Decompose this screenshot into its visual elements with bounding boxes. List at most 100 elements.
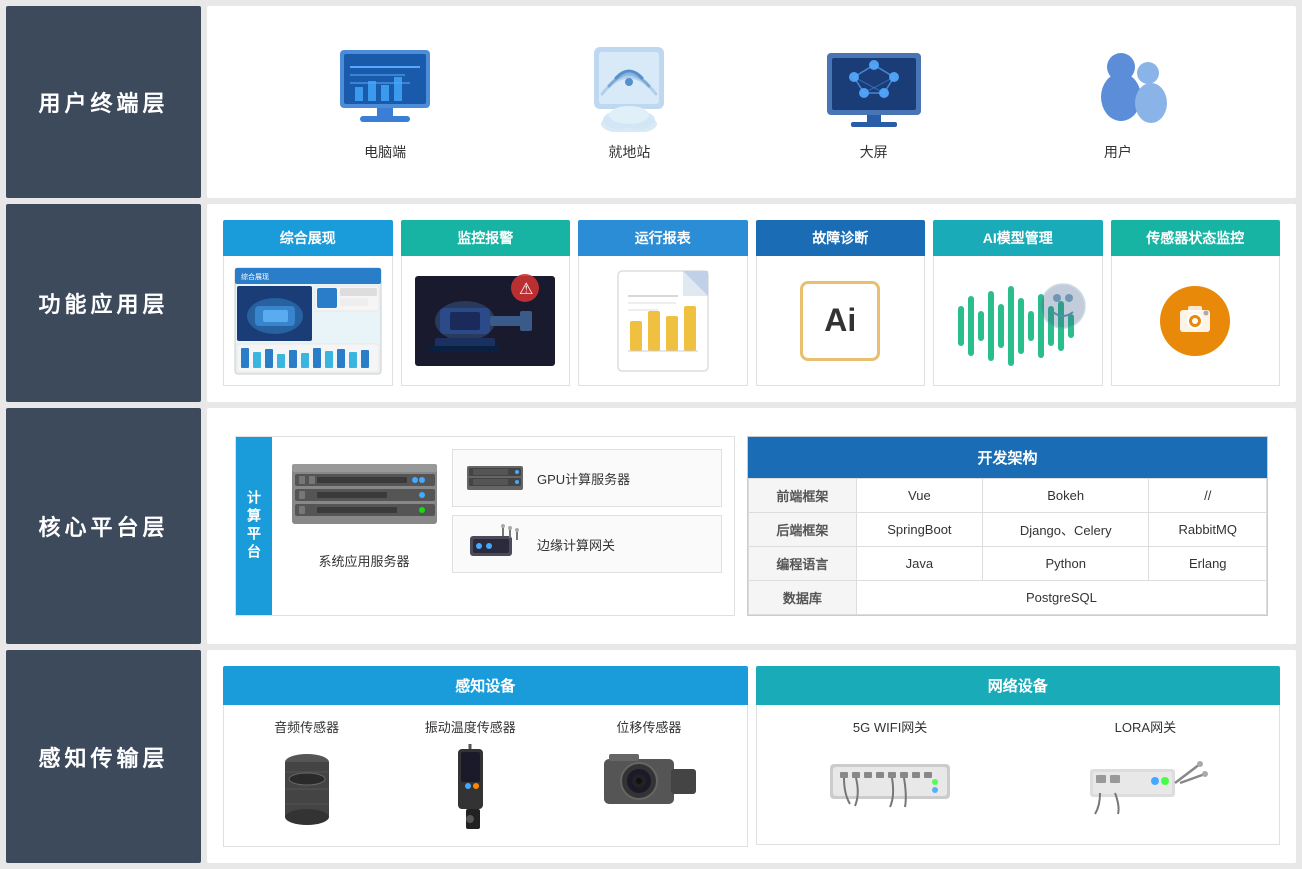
svg-text:⚠: ⚠	[519, 281, 533, 298]
terminal-item-user: 用户	[1058, 42, 1178, 162]
app-server-label: 系统应用服务器	[318, 551, 409, 570]
row-label-text: 用户终端层	[38, 86, 168, 118]
dev-table: 前端框架 Vue Bokeh // 后端框架 SpringBoot Django…	[748, 478, 1267, 615]
compute-platform-box: 计算平台	[235, 436, 735, 616]
displacement-label: 位移传感器	[616, 717, 681, 736]
svg-text:综合展现: 综合展现	[241, 272, 269, 281]
vibration-temp-label: 振动温度传感器	[425, 717, 516, 736]
main-container: 用户终端层	[0, 0, 1302, 869]
terminal-item-local: 就地站	[569, 42, 689, 162]
dev-val-postgresql: PostgreSQL	[856, 581, 1266, 615]
module-body-monitor: ⚠	[401, 256, 571, 386]
sensing-devices-header: 感知设备	[223, 666, 748, 705]
module-header-overview: 综合展现	[223, 220, 393, 256]
func-module-report: 运行报表	[578, 220, 748, 386]
5g-wifi-label: 5G WIFI网关	[853, 717, 927, 736]
dev-val-python: Python	[982, 547, 1149, 581]
compute-label: 计算平台	[236, 437, 272, 615]
network-devices-header: 网络设备	[756, 666, 1281, 705]
sensor-transport-label: 感知传输层	[6, 650, 201, 863]
module-body-report	[578, 256, 748, 386]
func-module-overview: 综合展现 综合展现	[223, 220, 393, 386]
module-body-fault: Ai	[756, 256, 926, 386]
dev-cat-lang: 编程语言	[749, 547, 857, 581]
func-module-ai: AI模型管理	[933, 220, 1103, 386]
local-station-label: 就地站	[608, 142, 650, 162]
terminal-icons-row: 电脑端	[223, 22, 1280, 182]
module-header-sensor-mon: 传感器状态监控	[1111, 220, 1281, 256]
dev-val-django: Django、Celery	[982, 513, 1149, 547]
core-platform-row: 核心平台层 计算平台	[6, 408, 1296, 644]
compute-right-items: GPU计算服务器	[452, 449, 722, 603]
camera-icon	[1160, 286, 1230, 356]
computer-label: 电脑端	[364, 142, 406, 162]
gpu-server-item: GPU计算服务器	[452, 449, 722, 507]
lora-label: LORA网关	[1115, 717, 1176, 736]
dev-val-bokeh: Bokeh	[982, 479, 1149, 513]
dev-row-db: 数据库 PostgreSQL	[749, 581, 1267, 615]
user-terminal-row: 用户终端层	[6, 6, 1296, 198]
terminal-item-computer: 电脑端	[325, 42, 445, 162]
dev-cat-db: 数据库	[749, 581, 857, 615]
sensor-sections: 感知设备 音频传感器	[223, 666, 1280, 847]
dev-row-backend: 后端框架 SpringBoot Django、Celery RabbitMQ	[749, 513, 1267, 547]
func-module-monitor: 监控报警	[401, 220, 571, 386]
dev-row-frontend: 前端框架 Vue Bokeh //	[749, 479, 1267, 513]
terminal-item-large-screen: 大屏	[814, 42, 934, 162]
dev-val-java: Java	[856, 547, 982, 581]
audio-sensor-label: 音频传感器	[274, 717, 339, 736]
dev-val-erlang: Erlang	[1149, 547, 1267, 581]
module-header-report: 运行报表	[578, 220, 748, 256]
dev-framework: 开发架构 前端框架 Vue Bokeh // 后端框架 SpringBoot D…	[747, 436, 1268, 616]
sensing-devices-section: 感知设备 音频传感器	[223, 666, 748, 847]
user-terminal-content: 电脑端	[207, 6, 1296, 198]
user-terminal-label: 用户终端层	[6, 6, 201, 198]
user-label: 用户	[1104, 142, 1132, 162]
5g-wifi-item: 5G WIFI网关	[825, 717, 955, 832]
dev-val-vue: Vue	[856, 479, 982, 513]
func-app-label: 功能应用层	[6, 204, 201, 402]
module-body-ai	[933, 256, 1103, 386]
sensor-transport-row: 感知传输层 感知设备 音频传感器	[6, 650, 1296, 863]
vibration-temp-item: 振动温度传感器	[425, 717, 516, 834]
network-devices-section: 网络设备 5G WIFI网关	[756, 666, 1281, 847]
network-devices-body: 5G WIFI网关	[756, 705, 1281, 845]
edge-gateway-label: 边缘计算网关	[537, 535, 615, 554]
computer-icon	[325, 42, 445, 132]
core-inner: 计算平台	[223, 424, 1280, 628]
compute-server-left: 系统应用服务器	[284, 449, 444, 603]
func-app-content: 综合展现 综合展现	[207, 204, 1296, 402]
touch-screen-icon	[569, 42, 689, 132]
sensor-transport-content: 感知设备 音频传感器	[207, 650, 1296, 863]
ai-text-box: Ai	[800, 281, 880, 361]
func-app-row: 功能应用层 综合展现 综合展现	[6, 204, 1296, 402]
displacement-item: 位移传感器	[599, 717, 699, 834]
lora-item: LORA网关	[1080, 717, 1210, 832]
edge-gateway-item: 边缘计算网关	[452, 515, 722, 573]
users-icon	[1058, 42, 1178, 132]
module-body-overview: 综合展现	[223, 256, 393, 386]
func-module-sensor-mon: 传感器状态监控	[1111, 220, 1281, 386]
dev-val-rabbitmq: RabbitMQ	[1149, 513, 1267, 547]
dev-val-slash: //	[1149, 479, 1267, 513]
core-label-text: 核心平台层	[38, 510, 168, 542]
dev-val-springboot: SpringBoot	[856, 513, 982, 547]
core-platform-content: 计算平台	[207, 408, 1296, 644]
module-body-sensor-mon	[1111, 256, 1281, 386]
gpu-server-label: GPU计算服务器	[537, 469, 630, 488]
audio-sensor-item: 音频传感器	[272, 717, 342, 834]
dev-row-lang: 编程语言 Java Python Erlang	[749, 547, 1267, 581]
sensing-devices-body: 音频传感器	[223, 705, 748, 847]
core-platform-label: 核心平台层	[6, 408, 201, 644]
func-module-fault: 故障诊断 Ai	[756, 220, 926, 386]
module-header-fault: 故障诊断	[756, 220, 926, 256]
large-screen-label: 大屏	[860, 142, 888, 162]
func-modules-container: 综合展现 综合展现	[223, 220, 1280, 386]
sensor-label-text: 感知传输层	[38, 741, 168, 773]
dev-cat-frontend: 前端框架	[749, 479, 857, 513]
func-label-text: 功能应用层	[38, 287, 168, 319]
module-header-monitor: 监控报警	[401, 220, 571, 256]
dev-cat-backend: 后端框架	[749, 513, 857, 547]
module-header-ai: AI模型管理	[933, 220, 1103, 256]
dev-framework-title: 开发架构	[748, 437, 1267, 478]
